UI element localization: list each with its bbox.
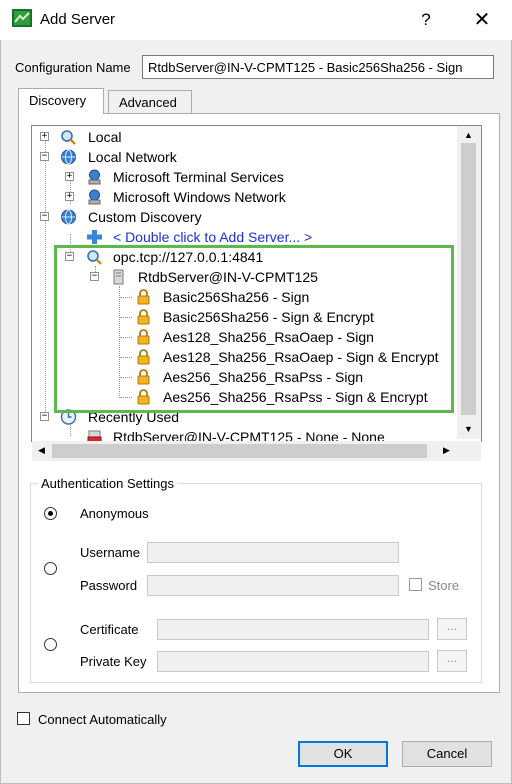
- tree-label: RtdbServer@IN-V-CPMT125 - None - None: [113, 429, 385, 442]
- collapse-icon[interactable]: −: [40, 152, 49, 161]
- search-icon: [61, 130, 76, 145]
- close-button[interactable]: ✕: [460, 5, 504, 35]
- store-label: Store: [428, 578, 460, 593]
- horizontal-scroll-thumb[interactable]: [52, 444, 427, 458]
- tree-label: Microsoft Terminal Services: [113, 169, 284, 185]
- anonymous-label: Anonymous: [80, 506, 149, 521]
- tree-item-recent-server[interactable]: RtdbServer@IN-V-CPMT125 - None - None: [32, 427, 462, 442]
- private-key-input[interactable]: [157, 651, 429, 672]
- network-globe-icon: [61, 149, 76, 165]
- store-checkbox[interactable]: [409, 578, 422, 591]
- plus-icon: [87, 230, 102, 244]
- username-label: Username: [80, 545, 140, 560]
- window-title: Add Server: [40, 11, 116, 28]
- password-input[interactable]: [147, 575, 399, 596]
- password-label: Password: [80, 578, 138, 593]
- ok-button[interactable]: OK: [298, 741, 388, 767]
- configuration-name-label: Configuration Name: [15, 60, 131, 75]
- collapse-icon[interactable]: −: [40, 212, 49, 221]
- certificate-browse-button[interactable]: ...: [437, 618, 467, 640]
- connect-automatically-checkbox[interactable]: [17, 712, 30, 725]
- add-server-link[interactable]: < Double click to Add Server... >: [113, 227, 312, 247]
- expand-icon[interactable]: +: [65, 172, 74, 181]
- highlight-box: [54, 245, 454, 413]
- private-key-browse-button[interactable]: ...: [437, 650, 467, 672]
- anonymous-radio[interactable]: [44, 507, 57, 520]
- tree-item-windows-network[interactable]: + Microsoft Windows Network: [32, 187, 462, 207]
- scrollbar-corner: [457, 441, 481, 461]
- expand-icon[interactable]: +: [40, 132, 49, 141]
- tab-discovery[interactable]: Discovery: [18, 88, 104, 114]
- tree-item-terminal-services[interactable]: + Microsoft Terminal Services: [32, 167, 462, 187]
- network-globe-icon: [61, 209, 76, 225]
- certificate-radio[interactable]: [44, 638, 57, 651]
- scroll-up-icon[interactable]: ▲: [460, 127, 477, 144]
- tree-label: Local: [88, 129, 122, 145]
- authentication-settings-legend: Authentication Settings: [38, 476, 177, 491]
- tree-label: Microsoft Windows Network: [113, 189, 286, 205]
- tree-label: Custom Discovery: [88, 209, 202, 225]
- scroll-left-icon[interactable]: ◀: [33, 442, 50, 459]
- help-button[interactable]: ?: [408, 5, 444, 35]
- configuration-name-input[interactable]: RtdbServer@IN-V-CPMT125 - Basic256Sha256…: [142, 55, 494, 79]
- scroll-down-icon[interactable]: ▼: [460, 421, 477, 438]
- vertical-scroll-thumb[interactable]: [461, 143, 476, 415]
- tree-item-add-server[interactable]: < Double click to Add Server... >: [32, 227, 462, 247]
- certificate-input[interactable]: [157, 619, 429, 640]
- expand-icon[interactable]: +: [65, 192, 74, 201]
- network-globe-icon: [88, 189, 101, 205]
- tree-item-local-network[interactable]: − Local Network: [32, 147, 462, 167]
- collapse-icon[interactable]: −: [40, 412, 49, 421]
- tab-advanced[interactable]: Advanced: [108, 90, 192, 114]
- private-key-label: Private Key: [80, 654, 147, 669]
- username-input[interactable]: [147, 542, 399, 563]
- certificate-label: Certificate: [80, 622, 139, 637]
- tree-item-local[interactable]: + Local: [32, 127, 462, 147]
- cancel-button[interactable]: Cancel: [402, 741, 492, 767]
- username-password-radio[interactable]: [44, 562, 57, 575]
- tree-label: Local Network: [88, 149, 177, 165]
- app-icon: [12, 9, 32, 27]
- network-globe-icon: [88, 169, 101, 185]
- connect-automatically-label: Connect Automatically: [38, 712, 167, 727]
- scroll-right-icon[interactable]: ▶: [438, 442, 455, 459]
- tree-item-custom-discovery[interactable]: − Custom Discovery: [32, 207, 462, 227]
